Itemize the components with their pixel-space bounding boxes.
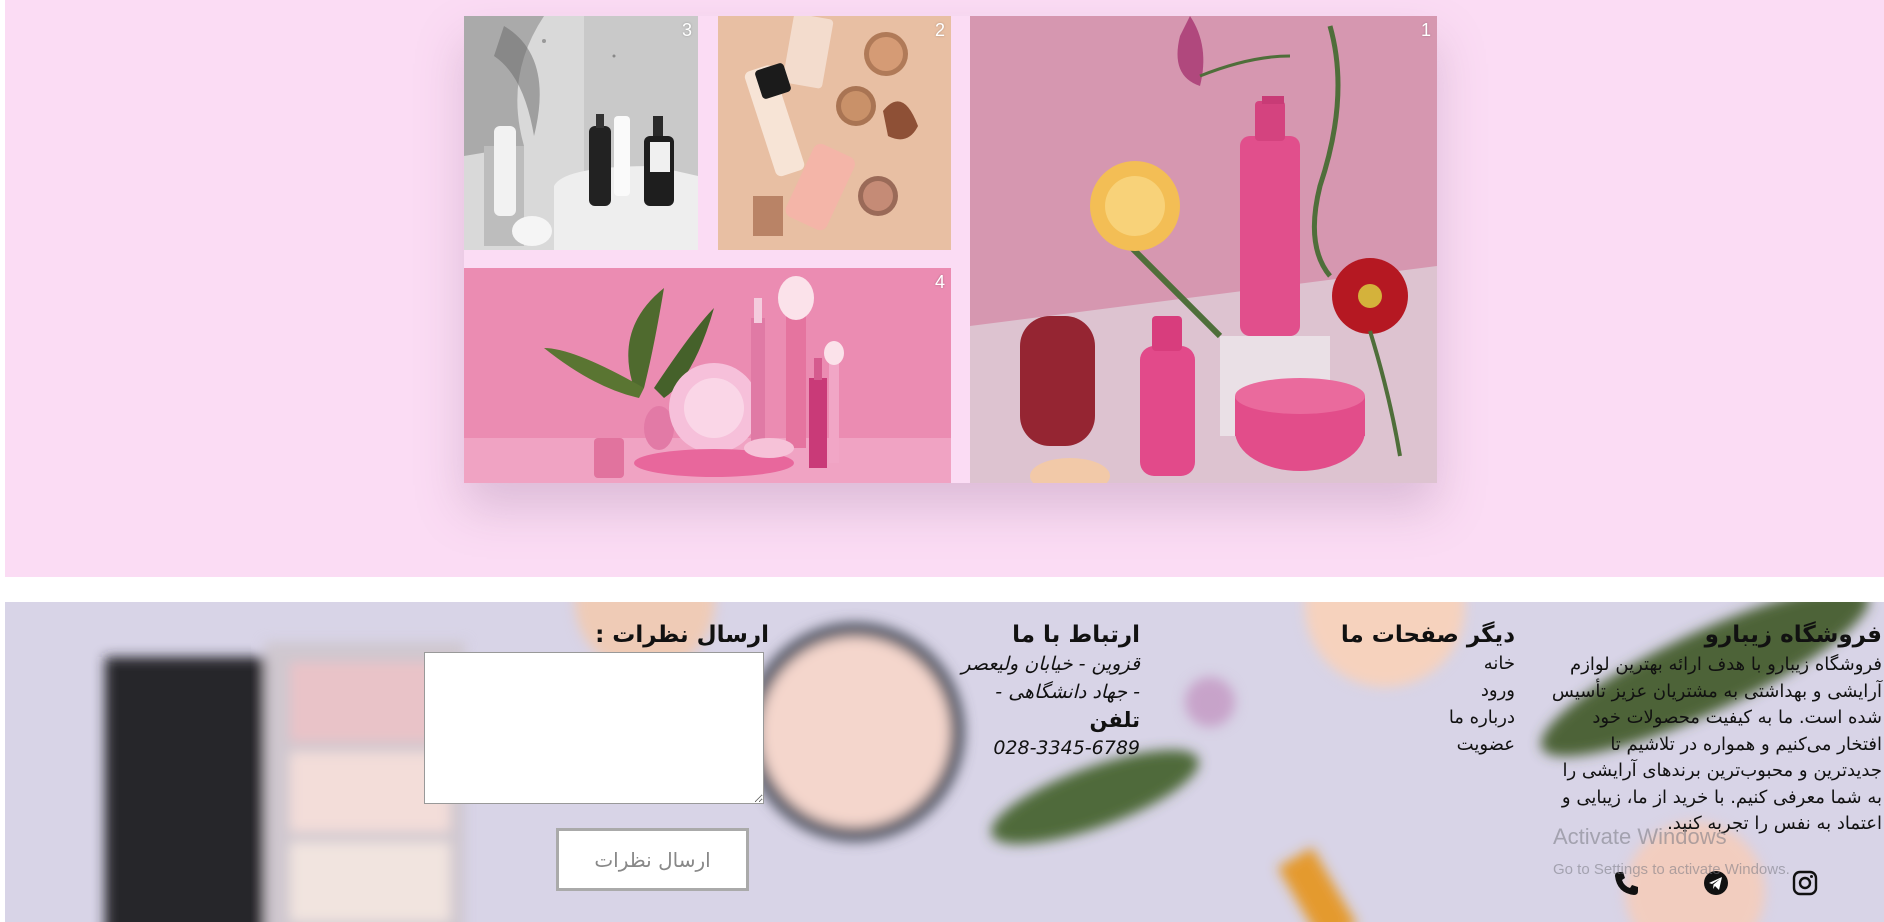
- nav-link-home[interactable]: خانه: [1305, 650, 1515, 677]
- footer-about: فروشگاه زیبارو فروشگاه زیبارو با هدف ارا…: [1550, 620, 1882, 838]
- gallery-image-2[interactable]: 2: [718, 16, 951, 250]
- footer-pages: دیگر صفحات ما خانه ورود درباره ما عضویت: [1305, 620, 1515, 758]
- pages-title: دیگر صفحات ما: [1340, 622, 1515, 648]
- footer: فروشگاه زیبارو فروشگاه زیبارو با هدف ارا…: [5, 602, 1884, 922]
- gallery-image-4[interactable]: 4: [464, 268, 951, 483]
- pages-list: خانه ورود درباره ما عضویت: [1305, 650, 1515, 758]
- foundation-powders-image: [718, 16, 951, 250]
- tile-number: 2: [934, 20, 945, 40]
- gallery-image-1[interactable]: 1: [970, 16, 1437, 483]
- grayscale-skincare-image: [464, 16, 698, 250]
- pink-cosmetics-flowers-image: [970, 16, 1437, 483]
- watermark-line-1: Activate Windows: [1553, 824, 1727, 849]
- comment-textarea[interactable]: [424, 652, 764, 804]
- address-line-1: قزوین - خیابان ولیعصر: [961, 653, 1140, 675]
- instagram-icon[interactable]: [1790, 868, 1820, 898]
- comments-title: ارسال نظرات :: [595, 622, 769, 648]
- phone-number: 028-3345-6789: [993, 737, 1140, 759]
- section-divider: [5, 577, 1884, 602]
- submit-comment-button[interactable]: ارسال نظرات: [556, 828, 749, 891]
- phone-title: تلفن: [1089, 708, 1140, 732]
- tile-number: 4: [934, 272, 945, 292]
- footer-contact: ارتباط با ما قزوین - خیابان ولیعصر - جها…: [895, 620, 1140, 762]
- tile-number: 1: [1420, 20, 1431, 40]
- contact-title: ارتباط با ما: [1012, 622, 1140, 648]
- nav-link-login[interactable]: ورود: [1305, 677, 1515, 704]
- tile-number: 3: [681, 20, 692, 40]
- gallery-image-3[interactable]: 3: [464, 16, 698, 250]
- address-line-2: - جهاد دانشگاهی -: [995, 681, 1140, 703]
- pink-makeup-brushes-image: [464, 268, 951, 483]
- nav-link-about[interactable]: درباره ما: [1305, 704, 1515, 731]
- nav-link-register[interactable]: عضویت: [1305, 731, 1515, 758]
- about-title: فروشگاه زیبارو: [1704, 622, 1882, 648]
- about-text: فروشگاه زیبارو با هدف ارائه بهترین لوازم…: [1551, 654, 1882, 834]
- watermark-line-2: Go to Settings to activate Windows.: [1553, 861, 1790, 878]
- comments-heading-wrap: ارسال نظرات :: [545, 620, 769, 650]
